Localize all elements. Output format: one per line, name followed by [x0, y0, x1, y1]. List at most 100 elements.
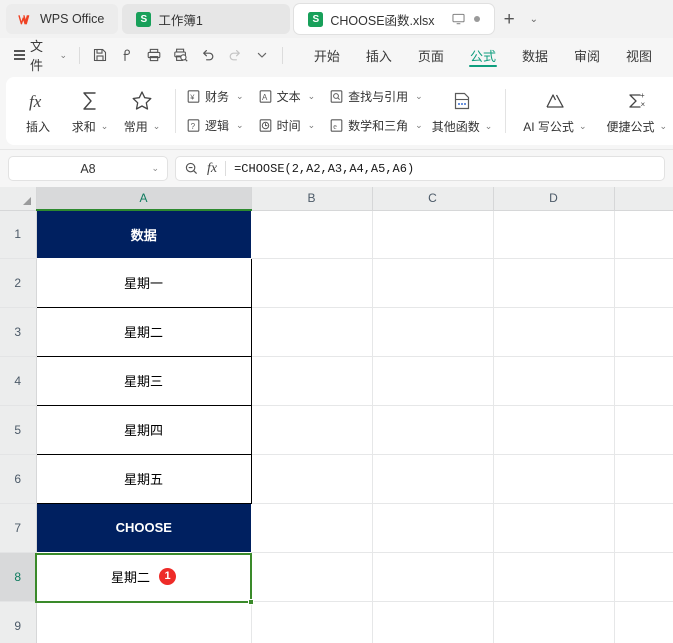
row-header-7[interactable]: 7: [0, 503, 37, 553]
cell-c2[interactable]: [372, 258, 494, 308]
document-tab-0[interactable]: S 工作簿1: [122, 4, 291, 34]
cell-a1[interactable]: 数据: [36, 210, 251, 258]
quick-formula-button[interactable]: + × 便捷公式 ⌄: [596, 80, 673, 142]
cell-a9[interactable]: [36, 601, 252, 643]
finance-functions-button[interactable]: ¥ 财务 ⌄: [183, 86, 247, 108]
column-header-a[interactable]: A: [36, 187, 252, 211]
cell-c6[interactable]: [372, 454, 494, 504]
cell-d3[interactable]: [493, 307, 615, 357]
cell-a6[interactable]: 星期五: [35, 454, 252, 504]
cell-d4[interactable]: [493, 356, 615, 406]
redo-icon[interactable]: [223, 43, 247, 67]
undo-icon[interactable]: [196, 43, 220, 67]
cell-c5[interactable]: [372, 405, 494, 455]
cell-c1[interactable]: [372, 210, 494, 259]
cell-e3[interactable]: [614, 307, 673, 357]
ribbon-tab-page[interactable]: 页面: [405, 39, 457, 71]
autosum-button[interactable]: 求和 ⌄: [64, 80, 116, 142]
chevron-down-icon[interactable]: ⌄: [525, 14, 543, 25]
cell-e2[interactable]: [614, 258, 673, 308]
time-functions-button[interactable]: 时间 ⌄: [255, 115, 319, 137]
print-icon[interactable]: [142, 43, 166, 67]
print-preview-icon[interactable]: [169, 43, 193, 67]
cell-c3[interactable]: [372, 307, 494, 357]
row-header-2[interactable]: 2: [0, 258, 37, 308]
formula-input-wrapper[interactable]: fx =CHOOSE(2,A2,A3,A4,A5,A6): [175, 156, 665, 181]
cell-d8[interactable]: [493, 552, 615, 602]
cell-a4[interactable]: 星期三: [35, 356, 252, 406]
status-badge[interactable]: 1: [159, 567, 176, 585]
cell-e6[interactable]: [614, 454, 673, 504]
cell-a2[interactable]: 星期一: [35, 258, 252, 308]
cell-e4[interactable]: [614, 356, 673, 406]
file-menu-button[interactable]: 文件 ⌄: [8, 36, 71, 74]
cell-b8[interactable]: [251, 552, 373, 602]
lookup-functions-button[interactable]: 查找与引用 ⌄: [326, 86, 426, 108]
cell-a3[interactable]: 星期二: [35, 307, 252, 357]
magnifier-minus-icon[interactable]: [184, 161, 199, 176]
cell-d5[interactable]: [493, 405, 615, 455]
row-header-4[interactable]: 4: [0, 356, 37, 406]
cell-b7[interactable]: [251, 503, 373, 553]
insert-function-button[interactable]: fx 插入: [12, 80, 64, 142]
document-tab-1[interactable]: S CHOOSE函数.xlsx: [294, 4, 494, 34]
ribbon-tab-insert[interactable]: 插入: [353, 39, 405, 71]
ribbon-tab-data[interactable]: 数据: [509, 39, 561, 71]
cell-c4[interactable]: [372, 356, 494, 406]
cell-e8[interactable]: [614, 552, 673, 602]
column-header-d[interactable]: D: [493, 187, 615, 211]
ribbon-tab-start[interactable]: 开始: [301, 39, 353, 71]
other-functions-button[interactable]: 其他函数 ⌄: [426, 80, 499, 142]
chevron-down-icon[interactable]: [250, 43, 274, 67]
cell-a7[interactable]: CHOOSE: [36, 503, 251, 552]
cell-c8[interactable]: [372, 552, 494, 602]
row-header-8[interactable]: 8: [0, 552, 37, 602]
share-icon[interactable]: [115, 43, 139, 67]
cell-d6[interactable]: [493, 454, 615, 504]
wps-office-home-tab[interactable]: WPS Office: [6, 4, 119, 34]
name-box[interactable]: A8 ⌄: [8, 156, 168, 181]
cell-b1[interactable]: [251, 210, 373, 259]
select-all-corner[interactable]: [0, 187, 37, 211]
cell-e7[interactable]: [614, 503, 673, 553]
formula-input[interactable]: =CHOOSE(2,A2,A3,A4,A5,A6): [234, 162, 414, 176]
cell-d9[interactable]: [493, 601, 615, 643]
column-header-b[interactable]: B: [251, 187, 373, 211]
cell-d7[interactable]: [493, 503, 615, 553]
cell-c9[interactable]: [372, 601, 494, 643]
fill-handle[interactable]: [248, 599, 254, 605]
column-header-e-partial[interactable]: [614, 187, 673, 211]
save-icon[interactable]: [88, 43, 112, 67]
cell-b9[interactable]: [251, 601, 373, 643]
cell-e1[interactable]: [614, 210, 673, 259]
math-functions-button[interactable]: e 数学和三角 ⌄: [326, 115, 426, 137]
cell-b6[interactable]: [251, 454, 373, 504]
cell-b3[interactable]: [251, 307, 373, 357]
ribbon-tab-view[interactable]: 视图: [613, 39, 665, 71]
row-header-6[interactable]: 6: [0, 454, 37, 504]
cell-e5[interactable]: [614, 405, 673, 455]
row-header-9[interactable]: 9: [0, 601, 37, 643]
ai-formula-button[interactable]: AI 写公式 ⌄: [513, 80, 596, 142]
common-functions-button[interactable]: 常用 ⌄: [116, 80, 168, 142]
row-header-1[interactable]: 1: [0, 210, 37, 259]
text-functions-button[interactable]: A 文本 ⌄: [255, 86, 319, 108]
ribbon-tab-formula[interactable]: 公式: [457, 39, 509, 71]
column-header-c[interactable]: C: [372, 187, 494, 211]
cell-e9[interactable]: [614, 601, 673, 643]
row-header-3[interactable]: 3: [0, 307, 37, 357]
cell-b5[interactable]: [251, 405, 373, 455]
cell-d2[interactable]: [493, 258, 615, 308]
chevron-down-icon[interactable]: ⌄: [151, 163, 159, 174]
new-tab-button[interactable]: +: [498, 10, 521, 29]
cell-a8[interactable]: 星期二 1: [36, 552, 252, 602]
cell-c7[interactable]: [372, 503, 494, 553]
cell-b4[interactable]: [251, 356, 373, 406]
cell-b2[interactable]: [251, 258, 373, 308]
ribbon-tab-review[interactable]: 审阅: [561, 39, 613, 71]
monitor-icon[interactable]: [452, 13, 465, 25]
cell-a5[interactable]: 星期四: [35, 405, 252, 455]
cell-d1[interactable]: [493, 210, 615, 259]
logical-functions-button[interactable]: ? 逻辑 ⌄: [183, 115, 247, 137]
row-header-5[interactable]: 5: [0, 405, 37, 455]
